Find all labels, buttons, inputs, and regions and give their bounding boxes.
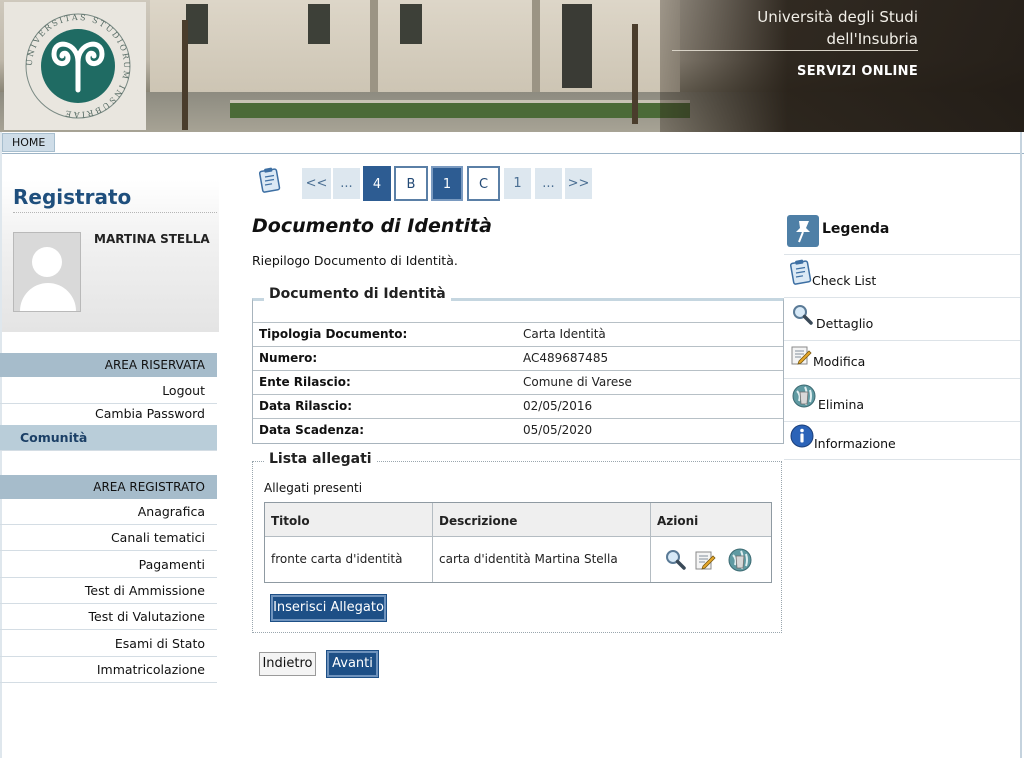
- sidebar-item-comunita[interactable]: Comunità: [0, 425, 217, 451]
- column-header-azioni: Azioni: [651, 503, 771, 537]
- delete-globe-icon[interactable]: [727, 547, 753, 573]
- legend-item-checklist: Check List: [784, 255, 1020, 298]
- pin-icon: [787, 215, 819, 247]
- sidebar-item-anagrafica[interactable]: Anagrafica: [0, 499, 217, 525]
- sidebar-item-test-ammissione[interactable]: Test di Ammissione: [0, 578, 217, 604]
- edit-icon: [791, 346, 812, 365]
- legend-header: Legenda: [784, 205, 1020, 255]
- frame-border-right: [1020, 132, 1022, 758]
- insert-attachment-button[interactable]: Inserisci Allegato: [270, 594, 387, 622]
- magnifier-icon[interactable]: [665, 549, 687, 571]
- sidebar-item-esami-stato[interactable]: Esami di Stato: [0, 631, 217, 657]
- next-button[interactable]: Avanti: [326, 650, 379, 678]
- legend-item-modifica: Modifica: [784, 341, 1020, 379]
- page-title: Documento di Identità: [252, 215, 492, 237]
- document-legend: Documento di Identità: [264, 286, 451, 302]
- pager-ellipsis-left: ...: [333, 168, 360, 199]
- services-label: SERVIZI ONLINE: [797, 64, 918, 79]
- legend-item-dettaglio: Dettaglio: [784, 298, 1020, 341]
- field-value: Carta Identità: [523, 327, 606, 341]
- legend-title: Legenda: [822, 221, 890, 237]
- document-row: Numero: AC489687485: [253, 346, 783, 370]
- university-name-line1: Università degli Studi: [757, 8, 918, 26]
- edit-icon[interactable]: [694, 549, 716, 571]
- header-divider: [672, 50, 918, 51]
- pager-step-current[interactable]: 1: [431, 166, 463, 201]
- university-seal-logo: UNIVERSITAS STUDIORUM INSUBRIAE: [25, 13, 131, 119]
- delete-globe-icon: [792, 384, 816, 408]
- university-name-line2: dell'Insubria: [826, 30, 918, 48]
- sidebar-title: Registrato: [13, 185, 132, 209]
- pager-step-4[interactable]: 4: [363, 166, 391, 201]
- column-header-titolo: Titolo: [265, 503, 433, 537]
- page-subtitle: Riepilogo Documento di Identità.: [252, 253, 458, 268]
- cell-descrizione: carta d'identità Martina Stella: [433, 537, 651, 582]
- attachments-table: Titolo Descrizione Azioni fronte carta d…: [264, 502, 772, 583]
- column-header-descrizione: Descrizione: [433, 503, 651, 537]
- field-value: 05/05/2020: [523, 423, 593, 437]
- field-label: Data Rilascio:: [259, 399, 353, 413]
- cell-azioni: [651, 537, 771, 582]
- pager-ellipsis-right: ...: [535, 168, 562, 199]
- document-row: Data Rilascio: 02/05/2016: [253, 394, 783, 418]
- field-label: Tipologia Documento:: [259, 327, 408, 341]
- user-name: MARTINA STELLA: [94, 232, 210, 246]
- avatar: [13, 232, 81, 312]
- attachments-present-label: Allegati presenti: [264, 481, 363, 495]
- menu-header-area-riservata: AREA RISERVATA: [0, 353, 217, 377]
- header-banner: UNIVERSITAS STUDIORUM INSUBRIAE Universi…: [0, 0, 1024, 132]
- field-value: AC489687485: [523, 351, 609, 365]
- document-row: Ente Rilascio: Comune di Varese: [253, 370, 783, 394]
- pager-step-b[interactable]: B: [394, 166, 428, 201]
- pager-first[interactable]: <<: [302, 168, 331, 199]
- back-button[interactable]: Indietro: [259, 652, 316, 676]
- pager-last[interactable]: >>: [565, 168, 592, 199]
- legend-item-label: Elimina: [818, 397, 865, 412]
- top-navigation: HOME: [0, 132, 1024, 154]
- document-row: Tipologia Documento: Carta Identità: [253, 322, 783, 346]
- legend-item-label: Check List: [812, 273, 877, 288]
- info-icon: [790, 424, 814, 448]
- pager-step-next[interactable]: 1: [504, 168, 531, 199]
- field-label: Numero:: [259, 351, 318, 365]
- cell-titolo: fronte carta d'identità: [265, 537, 433, 582]
- legend-item-elimina: Elimina: [784, 379, 1020, 422]
- sidebar-item-canali-tematici[interactable]: Canali tematici: [0, 525, 217, 551]
- sidebar-item-test-valutazione[interactable]: Test di Valutazione: [0, 604, 217, 630]
- attachments-legend: Lista allegati: [264, 451, 377, 467]
- legend-item-label: Dettaglio: [816, 316, 874, 331]
- field-label: Ente Rilascio:: [259, 375, 351, 389]
- field-label: Data Scadenza:: [259, 423, 365, 437]
- sidebar-item-immatricolazione[interactable]: Immatricolazione: [0, 657, 217, 683]
- pager-step-c[interactable]: C: [467, 166, 500, 201]
- university-name: Università degli Studi dell'Insubria: [757, 6, 918, 50]
- legend-item-informazione: Informazione: [784, 422, 1020, 460]
- checklist-icon[interactable]: [259, 167, 281, 193]
- field-value: Comune di Varese: [523, 375, 632, 389]
- field-value: 02/05/2016: [523, 399, 593, 413]
- checklist-icon: [790, 259, 812, 285]
- home-tab[interactable]: HOME: [2, 133, 56, 152]
- document-row: Data Scadenza: 05/05/2020: [253, 418, 783, 442]
- magnifier-icon: [793, 305, 813, 325]
- menu-header-area-registrato: AREA REGISTRATO: [0, 475, 217, 499]
- sidebar-item-cambia-password[interactable]: Cambia Password: [0, 401, 217, 427]
- sidebar-item-pagamenti[interactable]: Pagamenti: [0, 552, 217, 578]
- sidebar-title-divider: [13, 212, 217, 213]
- legend-item-label: Informazione: [814, 436, 896, 451]
- legend-item-label: Modifica: [813, 354, 866, 369]
